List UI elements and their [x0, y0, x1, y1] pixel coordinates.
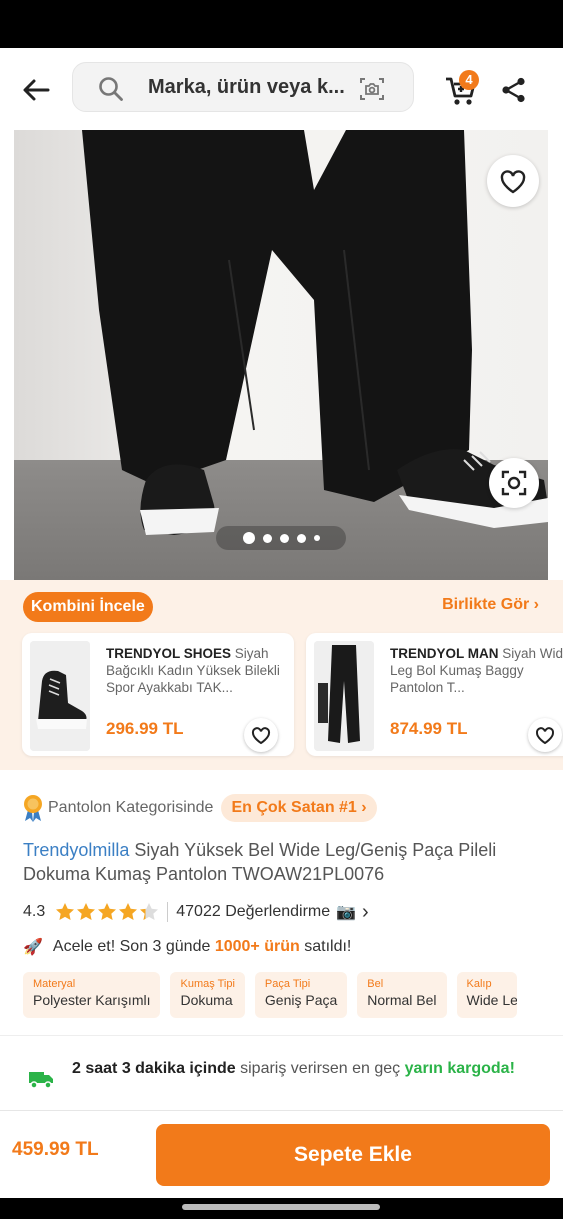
category-rank: Pantolon Kategorisinde En Çok Satan #1 › — [22, 793, 377, 823]
heart-icon — [251, 727, 271, 745]
pagination-dot-active[interactable] — [242, 532, 255, 544]
back-arrow-icon[interactable] — [20, 74, 52, 106]
outfit-item-price: 874.99 TL — [390, 719, 468, 738]
see-together-link[interactable]: Birlikte Gör › — [442, 596, 539, 614]
rating-score: 4.3 — [23, 903, 46, 920]
rating-stars — [55, 902, 159, 922]
attribute-chip[interactable]: KalıpWide Leg — [456, 972, 517, 1018]
attribute-chip[interactable]: Materyal Polyester Karışımlı — [23, 972, 161, 1018]
image-pagination — [216, 526, 346, 550]
sales-urgency: 🚀 Acele et! Son 3 günde 1000+ ürün satıl… — [23, 938, 352, 956]
bottom-action-bar: 459.99 TL Sepete Ekle — [0, 1110, 563, 1198]
star-icon — [119, 903, 138, 920]
top-bar: Marka, ürün veya k... 4 — [0, 48, 563, 130]
outfit-title: Kombini İncele — [23, 592, 153, 622]
camera-search-icon[interactable] — [358, 75, 386, 103]
product-brand-link[interactable]: Trendyolmilla — [23, 840, 129, 860]
add-to-cart-button[interactable]: Sepete Ekle — [156, 1124, 550, 1186]
outfit-item-card[interactable]: TRENDYOL MAN Siyah Wide Leg Bol Kumaş Ba… — [306, 633, 563, 756]
outfit-item-card[interactable]: TRENDYOL SHOES Siyah Bağcıklı Kadın Yüks… — [22, 633, 294, 756]
attribute-chip[interactable]: Paça Tipi Geniş Paça — [254, 972, 348, 1018]
zoom-button[interactable] — [489, 458, 539, 508]
outfit-item-favorite-button[interactable] — [528, 718, 562, 752]
star-icon — [77, 903, 96, 920]
share-icon[interactable] — [500, 76, 528, 104]
pagination-dot[interactable] — [262, 533, 272, 543]
star-icon — [140, 903, 159, 920]
best-seller-badge[interactable]: En Çok Satan #1 › — [221, 794, 377, 822]
camera-icon: 📷 — [336, 904, 357, 921]
star-icon — [98, 903, 117, 920]
pagination-dot[interactable] — [313, 535, 320, 541]
medal-icon — [24, 795, 42, 822]
rating-row[interactable]: 4.3 47022 Değerlendirme 📷 › — [23, 900, 369, 924]
system-nav-bar — [0, 1198, 563, 1219]
rocket-icon: 🚀 — [23, 939, 43, 956]
search-icon — [99, 77, 123, 101]
pagination-dot[interactable] — [279, 533, 289, 543]
pagination-dot[interactable] — [296, 533, 306, 543]
zoom-icon — [501, 470, 527, 496]
search-placeholder: Marka, ürün veya k... — [148, 76, 345, 98]
review-count: 47022 Değerlendirme — [176, 903, 331, 920]
heart-icon — [500, 170, 526, 194]
cart-count-badge: 4 — [459, 70, 479, 90]
chevron-right-icon: › — [533, 596, 539, 613]
truck-icon — [29, 1072, 53, 1089]
attribute-chip[interactable]: Kumaş Tipi Dokuma — [170, 972, 245, 1018]
outfit-item-image — [314, 641, 374, 751]
product-title: Trendyolmilla Siyah Yüksek Bel Wide Leg/… — [23, 838, 543, 886]
outfit-item-brand: TRENDYOL SHOES — [106, 646, 232, 661]
chevron-right-icon: › — [362, 900, 369, 923]
favorite-button[interactable] — [487, 155, 539, 207]
search-bar[interactable]: Marka, ürün veya k... — [72, 62, 414, 112]
delivery-info: 2 saat 3 dakika içinde sipariş verirsen … — [28, 1058, 538, 1090]
outfit-section: Kombini İncele Birlikte Gör › TRENDYOL S… — [0, 580, 563, 770]
product-image[interactable] — [14, 130, 548, 580]
outfit-item-price: 296.99 TL — [106, 719, 184, 738]
rank-text: Pantolon Kategorisinde — [48, 799, 214, 816]
outfit-item-favorite-button[interactable] — [244, 718, 278, 752]
outfit-item-brand: TRENDYOL MAN — [390, 646, 499, 661]
status-bar — [0, 0, 563, 48]
attribute-chip[interactable]: Bel Normal Bel — [357, 972, 447, 1018]
star-icon — [56, 903, 75, 920]
product-attributes: Materyal Polyester Karışımlı Kumaş Tipi Do… — [23, 972, 517, 1018]
heart-icon — [535, 727, 555, 745]
product-photo-illustration — [82, 130, 548, 535]
product-price: 459.99 TL — [12, 1139, 99, 1160]
outfit-item-image — [30, 641, 90, 751]
home-gesture-bar[interactable] — [182, 1204, 380, 1210]
